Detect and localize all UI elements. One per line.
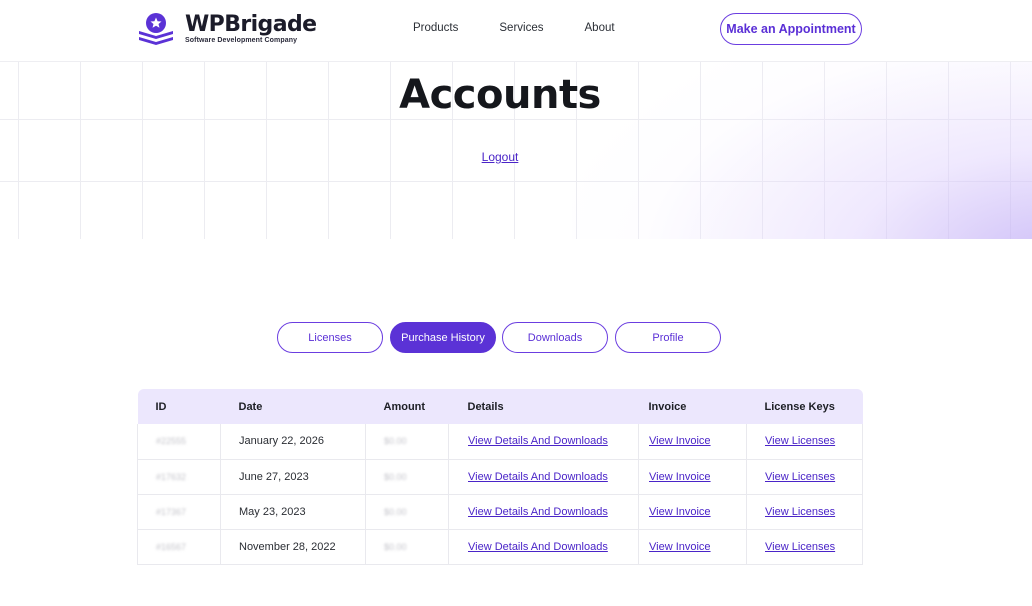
column-header-details: Details: [467, 400, 504, 413]
nav-item-products[interactable]: Products: [413, 22, 458, 34]
cell-license-keys: View Licenses: [746, 494, 863, 530]
view-licenses-link[interactable]: View Licenses: [765, 506, 835, 518]
cell-amount: $0.00: [365, 529, 449, 565]
logo-name: WPBrigade: [185, 12, 317, 37]
cell-details: View Details And Downloads: [448, 424, 639, 460]
view-invoice-link[interactable]: View Invoice: [649, 435, 711, 447]
column-header-id: ID: [155, 400, 167, 413]
view-invoice-link[interactable]: View Invoice: [649, 471, 711, 483]
logo-tagline: Software Development Company: [185, 37, 298, 44]
cell-date: November 28, 2022: [220, 529, 366, 565]
purchase-history-table-container: ID Date Amount Details Invoice License K…: [137, 389, 863, 565]
cell-amount: $0.00: [365, 494, 449, 530]
view-licenses-link[interactable]: View Licenses: [765, 471, 835, 483]
view-invoice-link[interactable]: View Invoice: [649, 541, 711, 553]
tab-licenses[interactable]: Licenses: [277, 322, 383, 353]
cell-license-keys: View Licenses: [746, 529, 863, 565]
view-licenses-link[interactable]: View Licenses: [765, 435, 835, 447]
order-amount: $0.00: [384, 506, 407, 517]
wpbrigade-logo-icon: [139, 13, 173, 45]
cell-id: #17367: [137, 494, 221, 530]
order-amount: $0.00: [384, 541, 407, 552]
logo-text: WPBrigade Software Development Company: [185, 12, 317, 45]
cell-details: View Details And Downloads: [448, 494, 639, 530]
cell-details: View Details And Downloads: [448, 459, 639, 495]
cell-id: #16567: [137, 529, 221, 565]
cell-date: May 23, 2023: [220, 494, 366, 530]
cell-license-keys: View Licenses: [746, 424, 863, 460]
table-row: #16567 November 28, 2022 $0.00 View Deta…: [137, 529, 863, 565]
tab-profile[interactable]: Profile: [615, 322, 721, 353]
cell-license-keys: View Licenses: [746, 459, 863, 495]
logout-link[interactable]: Logout: [482, 150, 519, 164]
order-amount: $0.00: [384, 471, 407, 482]
view-details-link[interactable]: View Details And Downloads: [468, 435, 608, 447]
account-tabs: Licenses Purchase History Downloads Prof…: [277, 322, 721, 353]
cell-invoice: View Invoice: [638, 494, 747, 530]
cell-amount: $0.00: [365, 424, 449, 460]
make-appointment-button[interactable]: Make an Appointment: [720, 13, 862, 45]
table-header-row: ID Date Amount Details Invoice License K…: [137, 389, 863, 424]
nav-item-services[interactable]: Services: [499, 22, 543, 34]
table-row: #22555 January 22, 2026 $0.00 View Detai…: [137, 424, 863, 460]
tab-purchase-history[interactable]: Purchase History: [390, 322, 496, 353]
nav-item-about[interactable]: About: [585, 22, 615, 34]
order-id: #17367: [156, 506, 187, 517]
view-licenses-link[interactable]: View Licenses: [765, 541, 835, 553]
cell-date: January 22, 2026: [220, 424, 366, 460]
site-header: WPBrigade Software Development Company P…: [0, 0, 1032, 62]
hero-section: Accounts Logout: [0, 62, 1032, 239]
column-header-invoice: Invoice: [648, 400, 687, 413]
order-amount: $0.00: [384, 436, 407, 447]
table-row: #17632 June 27, 2023 $0.00 View Details …: [137, 459, 863, 495]
table-row: #17367 May 23, 2023 $0.00 View Details A…: [137, 494, 863, 530]
column-header-license-keys: License Keys: [764, 400, 835, 413]
column-header-date: Date: [238, 400, 263, 413]
cell-date: June 27, 2023: [220, 459, 366, 495]
cell-invoice: View Invoice: [638, 529, 747, 565]
cell-invoice: View Invoice: [638, 459, 747, 495]
view-details-link[interactable]: View Details And Downloads: [468, 541, 608, 553]
brand-logo[interactable]: WPBrigade Software Development Company: [136, 11, 317, 47]
purchase-history-table: ID Date Amount Details Invoice License K…: [137, 389, 863, 565]
cell-amount: $0.00: [365, 459, 449, 495]
page-title: Accounts: [399, 72, 601, 118]
order-id: #16567: [156, 541, 187, 552]
view-details-link[interactable]: View Details And Downloads: [468, 506, 608, 518]
order-id: #22555: [156, 436, 187, 447]
cell-invoice: View Invoice: [638, 424, 747, 460]
view-invoice-link[interactable]: View Invoice: [649, 506, 711, 518]
main-nav: Products Services About: [413, 22, 615, 34]
view-details-link[interactable]: View Details And Downloads: [468, 471, 608, 483]
order-id: #17632: [156, 471, 187, 482]
column-header-amount: Amount: [383, 400, 426, 413]
cell-id: #17632: [137, 459, 221, 495]
cell-details: View Details And Downloads: [448, 529, 639, 565]
cell-id: #22555: [137, 424, 221, 460]
logout-container: Logout: [0, 148, 1000, 166]
tab-downloads[interactable]: Downloads: [502, 322, 608, 353]
